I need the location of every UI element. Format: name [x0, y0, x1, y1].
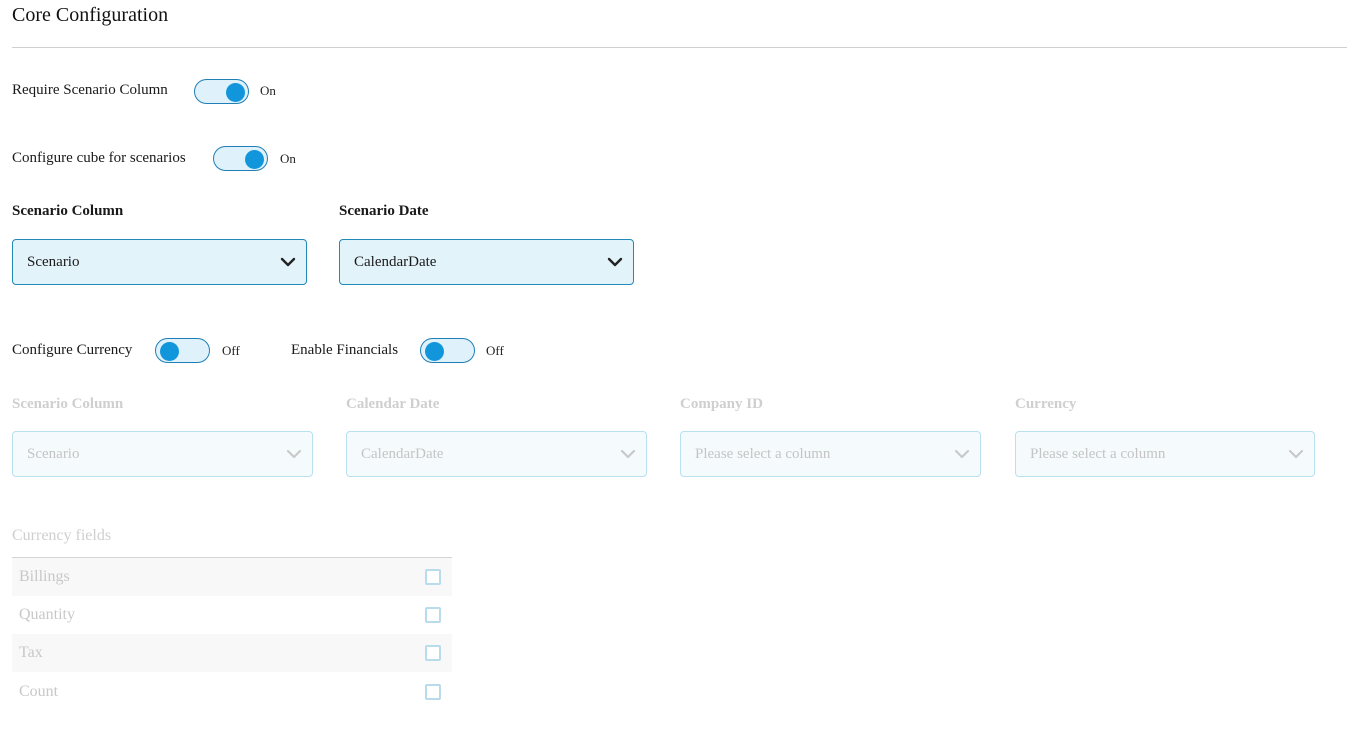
cube-scenarios-state: On — [280, 151, 296, 166]
currency-field-label: Quantity — [19, 606, 75, 623]
chevron-down-icon — [607, 257, 623, 267]
toggle-knob — [245, 150, 264, 169]
configure-currency-toggle[interactable] — [155, 338, 210, 363]
scenario-column-select[interactable]: Scenario — [12, 239, 307, 285]
toggle-knob — [425, 342, 444, 361]
calendar-date-value: CalendarDate — [361, 446, 444, 462]
currency-scenario-column-select[interactable]: Scenario — [12, 431, 313, 477]
scenario-date-select[interactable]: CalendarDate — [339, 239, 634, 285]
list-item: Tax — [12, 634, 452, 672]
configure-currency-label: Configure Currency — [12, 342, 133, 358]
scenario-column-value: Scenario — [27, 254, 80, 270]
enable-financials-label: Enable Financials — [291, 342, 399, 358]
scenario-column-heading: Scenario Column — [12, 203, 124, 219]
list-item: Count — [12, 673, 452, 711]
enable-financials-toggle[interactable] — [420, 338, 475, 363]
scenario-date-heading: Scenario Date — [339, 203, 429, 219]
chevron-down-icon — [620, 449, 636, 459]
currency-field-label: Billings — [19, 568, 70, 585]
cube-scenarios-label: Configure cube for scenarios — [12, 150, 186, 166]
currency-scenario-column-value: Scenario — [27, 446, 80, 462]
currency-heading: Currency — [1015, 396, 1077, 412]
currency-value: Please select a column — [1030, 446, 1166, 462]
enable-financials-state: Off — [486, 343, 504, 358]
calendar-date-select[interactable]: CalendarDate — [346, 431, 647, 477]
currency-scenario-column-heading: Scenario Column — [12, 396, 124, 412]
chevron-down-icon — [1288, 449, 1304, 459]
company-id-select[interactable]: Please select a column — [680, 431, 981, 477]
toggle-knob — [160, 342, 179, 361]
checkbox-icon[interactable] — [425, 569, 441, 585]
page-title: Core Configuration — [12, 4, 169, 26]
title-divider — [12, 47, 1347, 48]
toggle-knob — [226, 83, 245, 102]
checkbox-icon[interactable] — [425, 607, 441, 623]
configure-currency-state: Off — [222, 343, 240, 358]
checkbox-icon[interactable] — [425, 645, 441, 661]
checkbox-icon[interactable] — [425, 684, 441, 700]
company-id-value: Please select a column — [695, 446, 831, 462]
require-scenario-label: Require Scenario Column — [12, 82, 168, 98]
list-item: Billings — [12, 558, 452, 596]
chevron-down-icon — [954, 449, 970, 459]
require-scenario-state: On — [260, 83, 276, 98]
currency-field-label: Count — [19, 683, 59, 700]
chevron-down-icon — [280, 257, 296, 267]
cube-scenarios-toggle[interactable] — [213, 146, 268, 171]
scenario-date-value: CalendarDate — [354, 254, 437, 270]
currency-fields-title: Currency fields — [12, 527, 112, 544]
require-scenario-toggle[interactable] — [194, 79, 249, 104]
chevron-down-icon — [286, 449, 302, 459]
company-id-heading: Company ID — [680, 396, 763, 412]
currency-field-label: Tax — [19, 644, 43, 661]
currency-select[interactable]: Please select a column — [1015, 431, 1315, 477]
list-item: Quantity — [12, 596, 452, 634]
calendar-date-heading: Calendar Date — [346, 396, 440, 412]
